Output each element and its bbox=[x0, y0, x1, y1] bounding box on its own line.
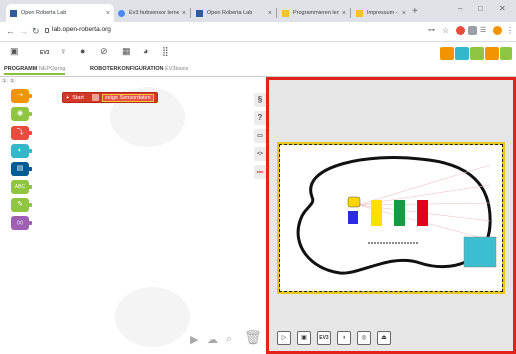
browser-tab[interactable]: Open Roberta Lab × bbox=[6, 4, 114, 22]
simulation-arena[interactable] bbox=[277, 142, 505, 294]
tab-title: Open Roberta Lab bbox=[207, 10, 253, 16]
roberta-favicon-icon bbox=[282, 9, 289, 17]
category-sensor-icon[interactable]: ◉ bbox=[11, 107, 32, 121]
category-color-icon[interactable]: ✎ bbox=[11, 198, 32, 212]
menu-icon[interactable]: ⋮ bbox=[506, 26, 515, 35]
language-icon[interactable]: ◕ bbox=[143, 46, 148, 56]
category-toolbox: 1 2 ⇢ ◉ ⤵ ◐ ▤ ABC ✎ (x) bbox=[0, 77, 36, 354]
star-icon[interactable]: ☆ bbox=[442, 26, 451, 35]
sound-icon[interactable]: ◖ bbox=[337, 331, 351, 345]
green-block[interactable] bbox=[394, 200, 405, 226]
plus-icon: + bbox=[66, 94, 70, 101]
tab-title: Ev3 farbsensor lernen mit F... bbox=[129, 10, 179, 16]
robot-selector[interactable]: EV3 bbox=[40, 50, 49, 56]
maximize-button[interactable]: □ bbox=[478, 4, 483, 13]
level-1-button[interactable]: 1 bbox=[1, 78, 8, 83]
blocks-icon[interactable]: ▦ bbox=[122, 46, 131, 57]
red-block[interactable] bbox=[417, 200, 428, 226]
gallery-icon[interactable]: ⊘ bbox=[100, 46, 108, 57]
track-svg bbox=[296, 156, 497, 275]
browser-tab[interactable]: Open Roberta Lab × bbox=[192, 4, 276, 22]
new-tab-button[interactable]: + bbox=[412, 6, 418, 17]
forward-arrow-icon[interactable]: → bbox=[19, 26, 28, 36]
cloud-upload-icon[interactable]: ☁ bbox=[207, 333, 218, 346]
key-icon[interactable]: ⊶ bbox=[428, 26, 437, 35]
sim-toggle-button[interactable]: sim bbox=[254, 165, 266, 179]
close-tab-icon[interactable]: × bbox=[182, 10, 186, 17]
close-window-button[interactable]: ✕ bbox=[499, 4, 506, 13]
play-icon[interactable]: ▷ bbox=[277, 331, 291, 345]
avatar[interactable] bbox=[493, 26, 502, 35]
cyan-obstacle[interactable] bbox=[463, 236, 497, 268]
trash-icon[interactable]: 🗑 bbox=[244, 329, 262, 346]
reload-icon[interactable]: ↻ bbox=[32, 26, 40, 37]
run-icon[interactable]: ▶ bbox=[190, 333, 198, 346]
lightbulb-icon[interactable]: ♀ bbox=[60, 46, 67, 56]
app-toolbar: ▣ EV3 ♀ ● ⊘ ▦ ◕ ⣿ bbox=[0, 42, 516, 64]
section-icon[interactable]: § bbox=[254, 93, 266, 107]
tab-title: Open Roberta Lab bbox=[21, 10, 67, 16]
simulation-panel: ▷ ▣ EV3 ◖ ◎ ⏏ bbox=[266, 77, 516, 354]
start-label: Start bbox=[72, 94, 84, 101]
category-control-icon[interactable]: ⤵ bbox=[11, 126, 32, 140]
sensor-checkbox[interactable] bbox=[91, 94, 99, 101]
close-tab-icon[interactable]: × bbox=[402, 10, 406, 17]
close-tab-icon[interactable]: × bbox=[106, 10, 110, 17]
blockly-workspace[interactable]: 1 2 ⇢ ◉ ⤵ ◐ ▤ ABC ✎ (x) + Start zeige Se… bbox=[0, 77, 266, 354]
level-2-button[interactable]: 2 bbox=[9, 78, 16, 83]
robot-top[interactable] bbox=[347, 196, 361, 208]
browser-tab[interactable]: Impressum - Roberta × bbox=[352, 4, 410, 22]
simulation-toolbar: ▷ ▣ EV3 ◖ ◎ ⏏ bbox=[271, 331, 515, 349]
image-icon[interactable]: ▣ bbox=[297, 331, 311, 345]
extension-icon[interactable] bbox=[456, 26, 465, 35]
site-favicon-icon bbox=[118, 9, 125, 17]
mode-tabs: PROGRAMM NEPOprog ROBOTERKONFIGURATION E… bbox=[0, 64, 516, 77]
info-icon[interactable]: ▭ bbox=[254, 129, 266, 143]
close-tab-icon[interactable]: × bbox=[342, 10, 346, 17]
apps-icon[interactable]: ⣿ bbox=[162, 46, 169, 57]
browser-tab-bar: Open Roberta Lab × Ev3 farbsensor lernen… bbox=[0, 0, 516, 22]
category-text-icon[interactable]: ABC bbox=[11, 180, 32, 194]
roberta-favicon-icon bbox=[196, 9, 203, 17]
back-arrow-icon[interactable]: ← bbox=[6, 26, 15, 36]
extensions-icon[interactable]: ☰ bbox=[480, 26, 489, 35]
category-variable-icon[interactable]: (x) bbox=[11, 216, 32, 230]
yellow-block[interactable] bbox=[371, 200, 382, 226]
extension-icon[interactable] bbox=[468, 26, 477, 35]
category-logic-icon[interactable]: ◐ bbox=[11, 144, 32, 158]
tab-robot-configuration[interactable]: ROBOTERKONFIGURATION EV3basis bbox=[90, 66, 188, 72]
robot-watermark bbox=[115, 287, 190, 347]
zoom-icon[interactable]: ⌕ bbox=[226, 333, 232, 346]
ev3-button[interactable]: EV3 bbox=[317, 331, 331, 345]
help-icon[interactable]: ? bbox=[254, 111, 266, 125]
category-action-icon[interactable]: ⇢ bbox=[11, 89, 32, 103]
url-field[interactable]: lab.open-roberta.org bbox=[52, 26, 111, 33]
robot-body[interactable] bbox=[348, 211, 358, 224]
sensor-data-label: zeige Sensordaten bbox=[101, 93, 154, 102]
user-icon[interactable]: ● bbox=[80, 46, 85, 56]
menu-grid-icon[interactable]: ▣ bbox=[10, 46, 19, 57]
address-bar: ← → ↻ lab.open-roberta.org ⊶ ☆ ☰ ⋮ bbox=[0, 22, 516, 42]
tab-title: Programmieren lernen mit R... bbox=[293, 10, 339, 16]
browser-tab[interactable]: Programmieren lernen mit R... × bbox=[278, 4, 350, 22]
tab-title: Impressum - Roberta bbox=[367, 10, 399, 16]
robot-icon[interactable]: ⏏ bbox=[377, 331, 391, 345]
lock-icon bbox=[45, 28, 49, 33]
tab-program[interactable]: PROGRAMM NEPOprog bbox=[4, 66, 66, 75]
target-icon[interactable]: ◎ bbox=[357, 331, 371, 345]
category-math-icon[interactable]: ▤ bbox=[11, 162, 32, 176]
browser-tab[interactable]: Ev3 farbsensor lernen mit F... × bbox=[114, 4, 190, 22]
minimize-button[interactable]: – bbox=[458, 4, 462, 13]
close-tab-icon[interactable]: × bbox=[268, 10, 272, 17]
roberta-favicon-icon bbox=[356, 9, 363, 17]
roberta-favicon-icon bbox=[10, 9, 17, 17]
code-icon[interactable]: <> bbox=[254, 147, 266, 161]
start-block[interactable]: + Start zeige Sensordaten bbox=[62, 92, 158, 103]
